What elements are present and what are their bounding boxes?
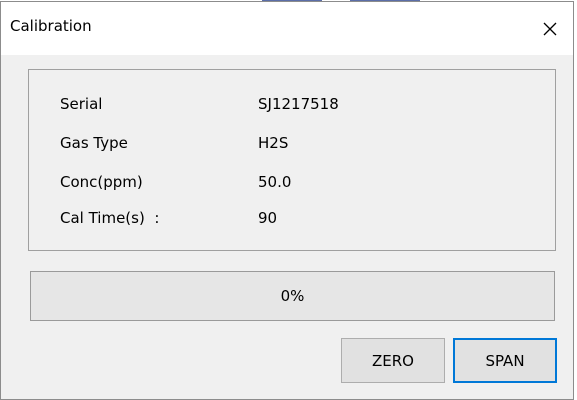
window-title: Calibration: [10, 17, 92, 35]
cal-time-label: Cal Time(s) :: [60, 209, 160, 227]
gas-type-value: H2S: [258, 134, 289, 152]
progress-text: 0%: [280, 287, 305, 305]
span-button[interactable]: SPAN: [453, 338, 557, 383]
close-icon: [543, 22, 557, 35]
gas-type-label: Gas Type: [60, 134, 128, 152]
sensor-info-group: Serial SJ1217518 Gas Type H2S Conc(ppm) …: [28, 69, 556, 251]
concentration-label: Conc(ppm): [60, 173, 143, 191]
info-row-concentration: Conc(ppm) 50.0: [29, 173, 555, 197]
calibration-dialog: Calibration Serial SJ1217518 Gas Type H2…: [0, 1, 574, 400]
info-row-cal-time: Cal Time(s) : 90: [29, 209, 555, 233]
close-button[interactable]: [527, 2, 573, 55]
info-row-gas-type: Gas Type H2S: [29, 134, 555, 158]
serial-label: Serial: [60, 95, 103, 113]
title-bar: Calibration: [1, 2, 573, 55]
zero-button[interactable]: ZERO: [341, 338, 445, 383]
calibration-progress-bar: 0%: [30, 271, 555, 321]
cal-time-value: 90: [258, 209, 278, 227]
concentration-value: 50.0: [258, 173, 292, 191]
info-row-serial: Serial SJ1217518: [29, 95, 555, 119]
serial-value: SJ1217518: [258, 95, 339, 113]
